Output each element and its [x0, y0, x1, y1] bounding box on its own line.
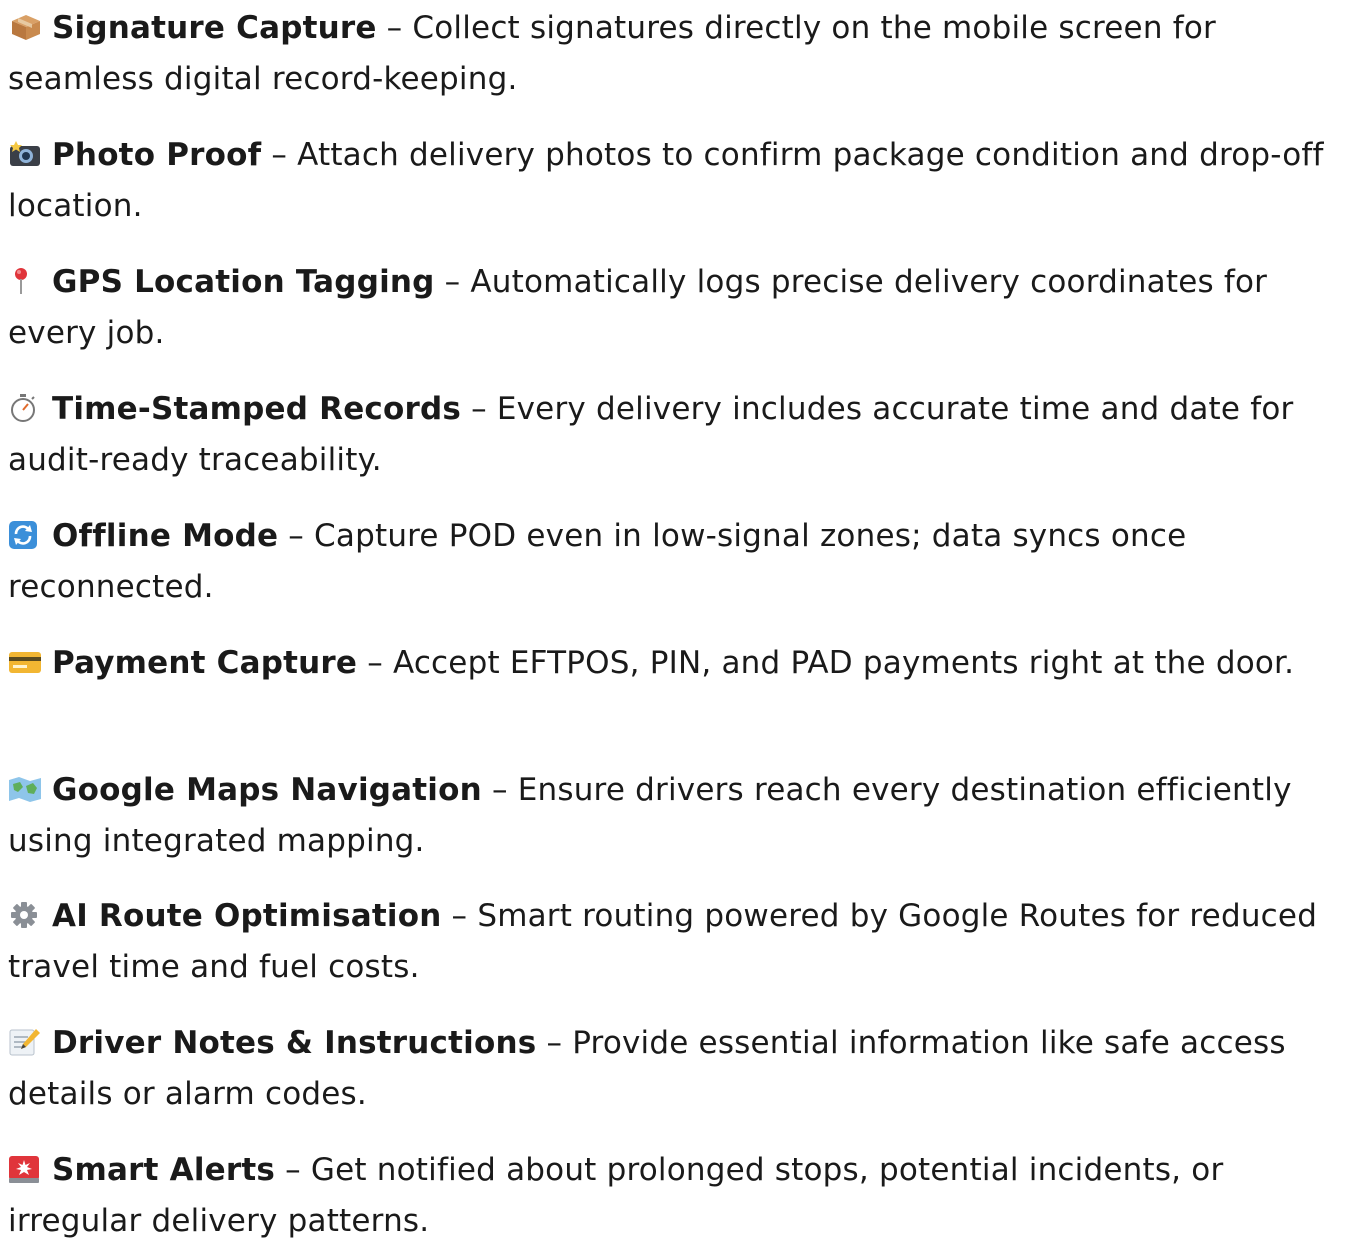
feature-separator: –	[275, 1152, 311, 1188]
package-icon	[8, 12, 44, 42]
stopwatch-icon	[8, 393, 44, 423]
feature-separator: –	[461, 391, 497, 427]
feature-title: Photo Proof	[52, 137, 262, 173]
feature-separator: –	[376, 10, 413, 46]
feature-gps-location-tagging: GPS Location Tagging – Automatically log…	[8, 257, 1343, 358]
feature-title: Google Maps Navigation	[52, 772, 482, 808]
feature-title: Signature Capture	[52, 10, 377, 46]
feature-driver-notes-instructions: Driver Notes & Instructions – Provide es…	[8, 1018, 1343, 1119]
feature-title: Driver Notes & Instructions	[52, 1025, 537, 1061]
camera-flash-icon	[8, 139, 44, 169]
feature-separator: –	[278, 518, 315, 554]
feature-separator: –	[481, 772, 518, 808]
memo-icon	[8, 1027, 44, 1057]
pin-icon	[8, 266, 44, 296]
sync-icon	[8, 520, 44, 550]
feature-photo-proof: Photo Proof – Attach delivery photos to …	[8, 130, 1343, 231]
feature-separator: –	[434, 264, 471, 300]
feature-time-stamped-records: Time-Stamped Records – Every delivery in…	[8, 384, 1343, 485]
feature-title: GPS Location Tagging	[52, 264, 435, 300]
feature-separator: –	[536, 1025, 573, 1061]
credit-card-icon	[8, 647, 44, 677]
feature-signature-capture: Signature Capture – Collect signatures d…	[8, 3, 1343, 104]
feature-ai-route-optimisation: AI Route Optimisation – Smart routing po…	[8, 891, 1343, 992]
feature-title: AI Route Optimisation	[52, 898, 442, 934]
feature-payment-capture: Payment Capture – Accept EFTPOS, PIN, an…	[8, 638, 1343, 689]
feature-title: Time-Stamped Records	[52, 391, 462, 427]
map-icon	[8, 774, 44, 804]
feature-smart-alerts: Smart Alerts – Get notified about prolon…	[8, 1145, 1343, 1246]
feature-separator: –	[261, 137, 298, 173]
feature-separator: –	[441, 898, 478, 934]
feature-title: Smart Alerts	[52, 1152, 276, 1188]
feature-separator: –	[357, 645, 393, 681]
feature-google-maps-navigation: Google Maps Navigation – Ensure drivers …	[8, 765, 1343, 866]
gear-icon	[8, 900, 44, 930]
alert-light-icon	[8, 1154, 44, 1184]
feature-offline-mode: Offline Mode – Capture POD even in low-s…	[8, 511, 1343, 612]
feature-title: Payment Capture	[52, 645, 358, 681]
feature-title: Offline Mode	[52, 518, 279, 554]
feature-description: Accept EFTPOS, PIN, and PAD payments rig…	[392, 645, 1295, 681]
